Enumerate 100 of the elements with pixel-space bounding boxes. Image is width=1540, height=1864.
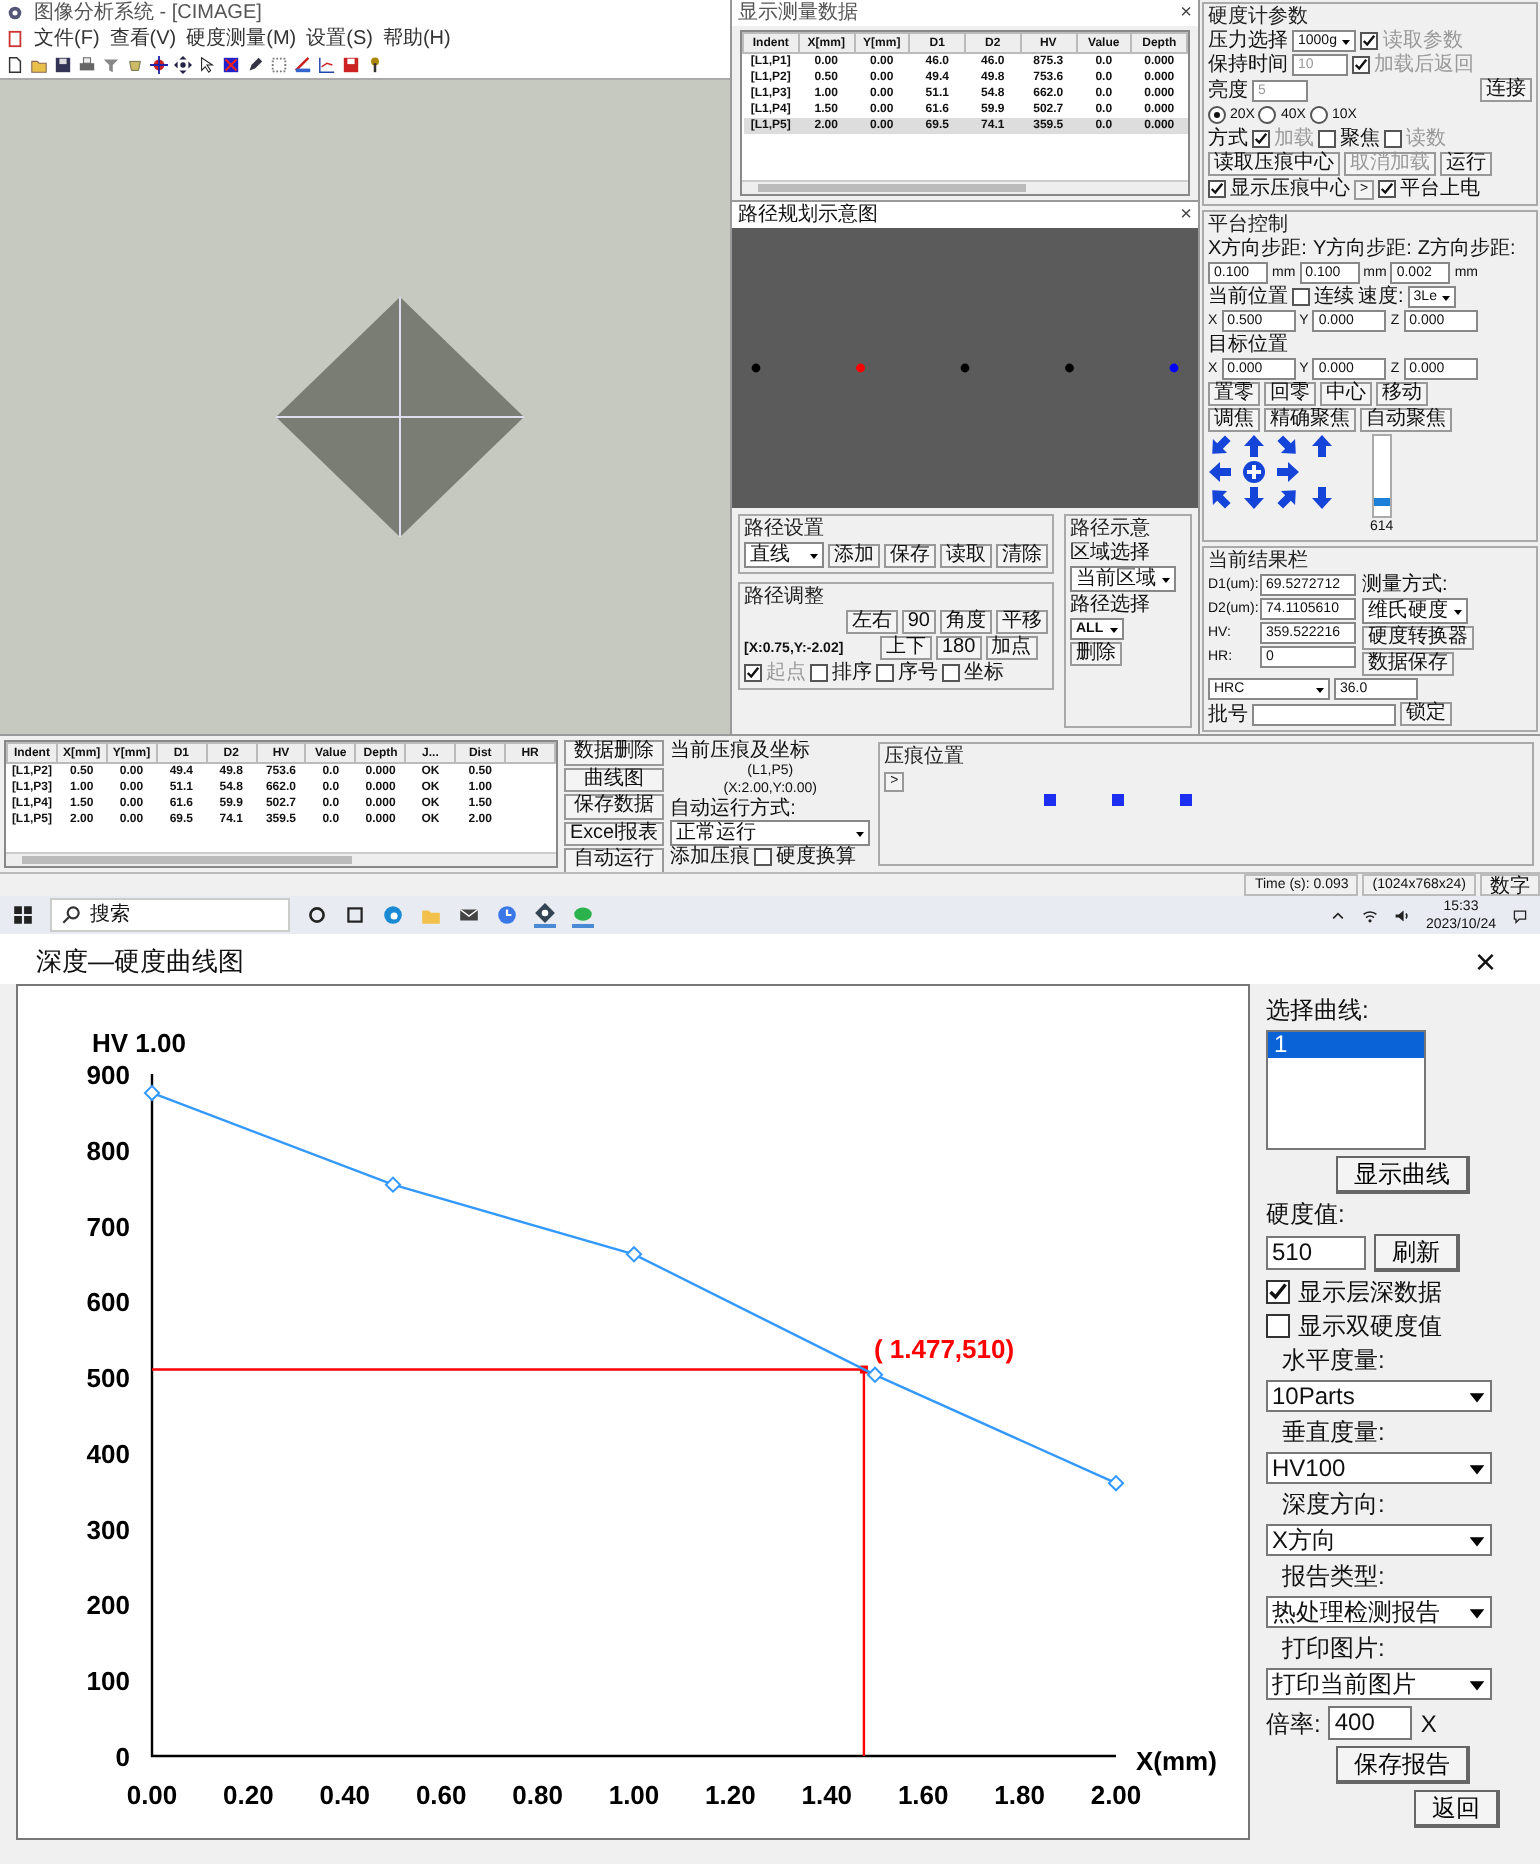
checkbox[interactable] [1266,1280,1290,1304]
filter-icon[interactable] [102,56,120,74]
path-button[interactable]: 添加 [828,543,880,567]
menu-item[interactable]: 文件(F) [34,28,100,50]
crosshair-icon[interactable] [150,56,168,74]
z-slider[interactable] [1371,434,1392,518]
arrow-icon[interactable] [1208,434,1232,458]
arrow-icon[interactable] [1310,434,1334,458]
lock-button[interactable]: 锁定 [1400,702,1452,726]
result-button[interactable]: 硬度转换器 [1362,626,1474,650]
dropdown[interactable]: 直线 [744,542,824,568]
stage-button[interactable]: 中心 [1320,382,1372,406]
path-button[interactable]: 保存 [884,543,936,567]
batch-field[interactable] [1252,703,1396,725]
save-icon[interactable] [54,56,72,74]
show-curve-button[interactable]: 显示曲线 [1336,1156,1470,1194]
marker-icon[interactable] [222,56,240,74]
action-button[interactable]: 数据删除 [564,740,665,766]
adjust-button[interactable]: 90 [901,610,936,634]
action-button[interactable]: Excel报表 [564,821,665,847]
new-file-icon[interactable] [6,56,24,74]
result-button[interactable]: 数据保存 [1362,652,1454,676]
stage-button[interactable]: 回零 [1264,382,1316,406]
center-button-icon[interactable] [1242,460,1266,484]
arrow-icon[interactable] [1310,486,1334,510]
circle-icon[interactable] [306,904,328,927]
dropdown[interactable]: 热处理检测报告 [1266,1596,1492,1628]
stage-button[interactable]: 置零 [1208,382,1260,406]
radio-button[interactable] [1258,106,1277,124]
checkbox[interactable] [754,848,773,867]
arrow-icon[interactable] [1242,434,1266,458]
cursor-icon[interactable] [198,56,216,74]
checkbox[interactable] [1292,288,1310,306]
arrow-icon[interactable] [1208,460,1232,484]
back-button[interactable]: 返回 [1414,1790,1500,1828]
close-button[interactable]: × [1474,944,1496,980]
adjust-button[interactable]: 180 [936,636,982,660]
arrow-icon[interactable] [1242,486,1266,510]
panel-button[interactable]: 运行 [1440,152,1492,176]
chevron-up-icon[interactable] [1329,907,1346,924]
menu-item[interactable]: 帮助(H) [382,28,451,50]
windows-logo-icon[interactable] [12,904,34,927]
dropdown[interactable]: 正常运行 [670,820,871,847]
save-report-button[interactable]: 保存报告 [1336,1746,1470,1784]
path-button[interactable]: 读取 [940,543,992,567]
panel-button[interactable]: 读取压痕中心 [1208,152,1340,176]
dropdown[interactable]: 当前区域 [1070,566,1176,592]
arrow-icon[interactable] [1208,486,1232,510]
network-icon[interactable] [1361,907,1378,924]
zoom-field[interactable]: 400 [1328,1706,1413,1740]
cup-icon[interactable] [126,56,144,74]
stage-button[interactable]: 精确聚焦 [1264,408,1356,432]
folder-icon[interactable] [30,56,48,74]
print-icon[interactable] [78,56,96,74]
checkbox[interactable] [942,664,960,682]
action-button[interactable]: 曲线图 [564,767,665,793]
menu-item[interactable]: 设置(S) [306,28,373,50]
adjust-button[interactable]: 左右 [845,610,898,634]
hardness-field[interactable]: 510 [1266,1236,1366,1270]
notification-icon[interactable] [1512,907,1528,924]
clock-icon[interactable] [496,904,518,927]
chart-icon[interactable] [318,56,336,74]
menu-item[interactable]: 查看(V) [109,28,177,50]
radio-button[interactable] [1208,106,1226,124]
dropdown[interactable]: HV100 [1266,1452,1492,1484]
action-button[interactable]: 自动运行 [564,848,665,874]
action-button[interactable]: 保存数据 [564,794,665,820]
arrow-icon[interactable] [1276,460,1300,484]
refresh-button[interactable]: 刷新 [1374,1234,1460,1272]
dashed-square-icon[interactable] [270,56,288,74]
move-icon[interactable] [174,56,192,74]
browser-icon[interactable] [382,904,404,927]
menu-item[interactable]: 硬度测量(M) [186,28,297,50]
checkbox[interactable] [810,664,828,682]
path-button[interactable]: 清除 [996,543,1048,567]
adjust-button[interactable]: 上下 [880,636,932,660]
scrollbar[interactable] [6,852,556,867]
close-button[interactable]: × [1180,204,1192,226]
app-icon[interactable] [572,902,594,929]
dropdown[interactable]: X方向 [1266,1524,1492,1556]
search-field[interactable]: 搜索 [50,898,290,933]
connect-button[interactable]: 连接 [1480,78,1532,102]
volume-icon[interactable] [1393,907,1410,924]
checkbox[interactable] [876,664,894,682]
adjust-button[interactable]: 加点 [985,636,1038,660]
diamond-app-icon[interactable] [534,902,556,929]
radio-button[interactable] [1309,106,1328,124]
adjust-button[interactable]: 平移 [996,610,1048,634]
delete-button[interactable]: 删除 [1070,642,1122,666]
mail-icon[interactable] [458,904,480,927]
dropdown[interactable]: 10Parts [1266,1380,1492,1412]
checkbox[interactable] [1318,130,1336,148]
pin-icon[interactable] [366,56,384,74]
ruler-icon[interactable] [294,56,312,74]
stage-button[interactable]: 自动聚焦 [1360,408,1452,432]
scrollbar[interactable] [742,180,1188,194]
dropdown[interactable]: 打印当前图片 [1266,1668,1492,1700]
pen-icon[interactable] [246,56,264,74]
stage-button[interactable]: 调焦 [1208,408,1260,432]
dropdown[interactable]: 维氏硬度 [1362,598,1468,624]
